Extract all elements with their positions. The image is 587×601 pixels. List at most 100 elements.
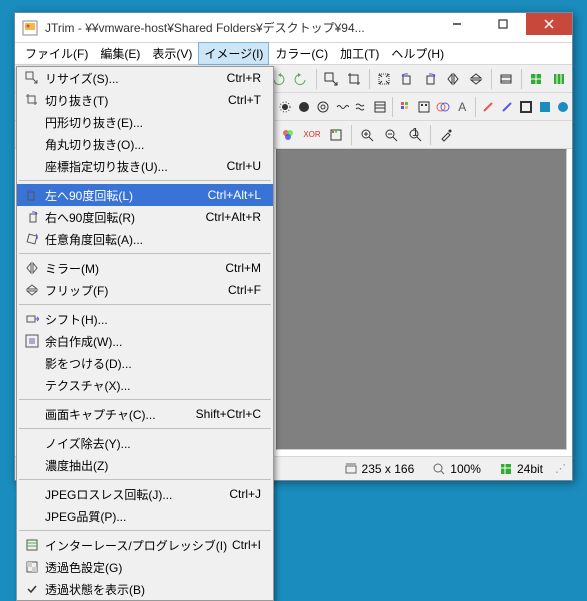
menu-item-0[interactable]: リサイズ(S)...Ctrl+R	[17, 67, 273, 89]
grid2-icon[interactable]	[549, 68, 570, 90]
blank-icon	[22, 377, 42, 393]
eyedrop-icon[interactable]	[435, 124, 457, 146]
menu-5[interactable]: 加工(T)	[334, 42, 385, 65]
frame-icon[interactable]	[517, 96, 534, 118]
menu-item-shortcut: Ctrl+M	[225, 261, 273, 275]
menu-item-24[interactable]: JPEG品質(P)...	[17, 505, 273, 527]
close-button[interactable]	[526, 13, 572, 35]
resize-grip[interactable]: ⋰	[555, 462, 564, 475]
flip-icon[interactable]	[466, 68, 487, 90]
menu-item-20[interactable]: ノイズ除去(Y)...	[17, 432, 273, 454]
blank-icon	[22, 486, 42, 502]
wave-icon[interactable]	[334, 96, 351, 118]
zoom1-icon[interactable]: 1	[404, 124, 426, 146]
status-zoom: 100%	[426, 462, 487, 476]
menu-item-2[interactable]: 円形切り抜き(E)...	[17, 111, 273, 133]
menu-1[interactable]: 編集(E)	[94, 42, 146, 65]
menu-item-label: 影をつける(D)...	[42, 355, 261, 372]
fill-icon[interactable]	[536, 96, 553, 118]
maximize-button[interactable]	[480, 13, 526, 35]
draw1-icon[interactable]	[479, 96, 496, 118]
window-controls	[434, 13, 572, 42]
canvas-area[interactable]	[276, 149, 567, 450]
rotate-left-icon[interactable]	[397, 68, 418, 90]
depth-icon	[499, 462, 513, 476]
menu-4[interactable]: カラー(C)	[269, 42, 334, 65]
mosaic-icon[interactable]	[397, 96, 414, 118]
transcolor-icon	[22, 559, 42, 575]
circfill-icon[interactable]	[555, 96, 572, 118]
grid-icon[interactable]	[526, 68, 547, 90]
contrast-icon[interactable]	[296, 96, 313, 118]
minimize-button[interactable]	[434, 13, 480, 35]
menu-item-18[interactable]: 画面キャプチャ(C)...Shift+Ctrl+C	[17, 403, 273, 425]
effect1-icon[interactable]	[315, 96, 332, 118]
menu-item-label: 円形切り抜き(E)...	[42, 114, 261, 131]
menu-item-13[interactable]: シフト(H)...	[17, 308, 273, 330]
mirror-icon[interactable]	[443, 68, 464, 90]
menu-separator	[19, 304, 271, 305]
menu-item-shortcut: Ctrl+R	[227, 71, 273, 85]
rotfree-icon	[22, 231, 42, 247]
blank-icon	[22, 508, 42, 524]
zoomout-icon[interactable]	[380, 124, 402, 146]
menu-item-4[interactable]: 座標指定切り抜き(U)...Ctrl+U	[17, 155, 273, 177]
menu-0[interactable]: ファイル(F)	[19, 42, 94, 65]
blend-icon[interactable]	[435, 96, 452, 118]
menu-item-26[interactable]: インターレース/プログレッシブ(I)Ctrl+I	[17, 534, 273, 556]
menu-item-label: JPEG品質(P)...	[42, 508, 261, 525]
menu-separator	[19, 530, 271, 531]
waves-icon[interactable]	[353, 96, 370, 118]
check-icon	[22, 581, 42, 597]
menu-item-6[interactable]: 左へ90度回転(L)Ctrl+Alt+L	[17, 184, 273, 206]
xor-icon[interactable]: XOR	[301, 124, 323, 146]
film-icon[interactable]	[496, 68, 517, 90]
menu-item-27[interactable]: 透過色設定(G)	[17, 556, 273, 578]
mosaic2-icon[interactable]	[416, 96, 433, 118]
draw2-icon[interactable]	[498, 96, 515, 118]
menu-item-label: リサイズ(S)...	[42, 70, 227, 87]
menu-item-14[interactable]: 余白作成(W)...	[17, 330, 273, 352]
menu-item-15[interactable]: 影をつける(D)...	[17, 352, 273, 374]
blank-icon	[22, 136, 42, 152]
menu-item-shortcut: Ctrl+I	[232, 538, 273, 552]
menu-separator	[19, 399, 271, 400]
menu-item-label: ノイズ除去(Y)...	[42, 435, 261, 452]
crop-icon	[22, 92, 42, 108]
blank-icon	[22, 406, 42, 422]
menu-item-23[interactable]: JPEGロスレス回転(J)...Ctrl+J	[17, 483, 273, 505]
crop-icon[interactable]	[344, 68, 365, 90]
menu-item-label: 左へ90度回転(L)	[42, 187, 208, 204]
menu-item-21[interactable]: 濃度抽出(Z)	[17, 454, 273, 476]
menu-item-label: JPEGロスレス回転(J)...	[42, 486, 229, 503]
brightness-icon[interactable]	[277, 96, 294, 118]
menu-item-10[interactable]: ミラー(M)Ctrl+M	[17, 257, 273, 279]
menu-item-label: 透過色設定(G)	[42, 559, 261, 576]
text-icon[interactable]: A	[454, 96, 471, 118]
blank-icon	[22, 355, 42, 371]
rot90r-icon	[22, 209, 42, 225]
titlebar: JTrim - ¥¥vmware-host¥Shared Folders¥デスク…	[15, 13, 572, 43]
menu-item-shortcut: Ctrl+F	[228, 283, 273, 297]
zoomin-icon[interactable]	[356, 124, 378, 146]
menu-item-8[interactable]: 任意角度回転(A)...	[17, 228, 273, 250]
palette-icon[interactable]	[325, 124, 347, 146]
menu-item-3[interactable]: 角丸切り抜き(O)...	[17, 133, 273, 155]
menu-6[interactable]: ヘルプ(H)	[385, 42, 450, 65]
menu-item-11[interactable]: フリップ(F)Ctrl+F	[17, 279, 273, 301]
fit-icon[interactable]	[374, 68, 395, 90]
rgb-icon[interactable]	[277, 124, 299, 146]
resize-icon	[22, 70, 42, 86]
menu-2[interactable]: 表示(V)	[146, 42, 198, 65]
menu-item-7[interactable]: 右へ90度回転(R)Ctrl+Alt+R	[17, 206, 273, 228]
menu-item-1[interactable]: 切り抜き(T)Ctrl+T	[17, 89, 273, 111]
flip-icon	[22, 282, 42, 298]
menu-separator	[19, 253, 271, 254]
redo-icon[interactable]	[291, 68, 312, 90]
rotate-right-icon[interactable]	[420, 68, 441, 90]
scan-icon[interactable]	[371, 96, 388, 118]
menu-item-16[interactable]: テクスチャ(X)...	[17, 374, 273, 396]
menu-3[interactable]: イメージ(I)	[198, 42, 269, 65]
resize-icon[interactable]	[321, 68, 342, 90]
menu-item-28[interactable]: 透過状態を表示(B)	[17, 578, 273, 600]
